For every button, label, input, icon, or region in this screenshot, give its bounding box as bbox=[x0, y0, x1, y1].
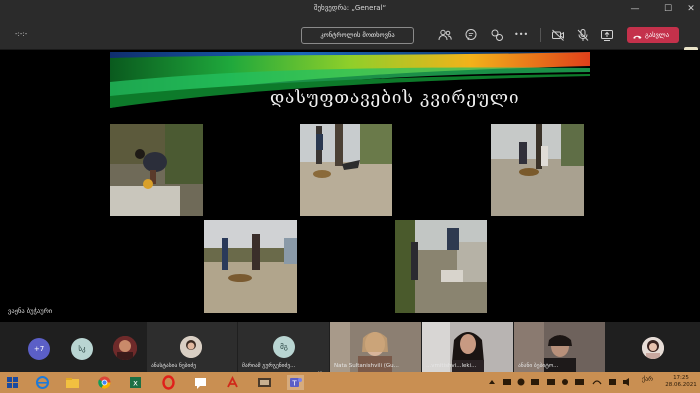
teams-meeting-window: შეხვედრა: „General“ — ☐ ✕ -:-:- კონტროლი… bbox=[0, 0, 700, 393]
maximize-button[interactable]: ☐ bbox=[661, 3, 675, 16]
excel-icon[interactable]: x bbox=[127, 375, 144, 390]
start-button-icon[interactable] bbox=[4, 375, 21, 390]
cleanup-photo-4 bbox=[204, 220, 297, 313]
participant-name: მარიამ გურგენიძე... bbox=[242, 363, 296, 369]
windows-taskbar: x T ქარ 17:25 28.06.2021 bbox=[0, 372, 700, 393]
chat-icon[interactable] bbox=[464, 28, 478, 42]
minimize-button[interactable]: — bbox=[628, 3, 642, 16]
clock-time: 17:25 bbox=[673, 375, 689, 381]
presenter-name: ვაჟნა ბუჭაური bbox=[8, 307, 53, 315]
system-clock[interactable]: 17:25 28.06.2021 bbox=[664, 375, 698, 389]
cleanup-photo-2 bbox=[300, 124, 392, 216]
cleanup-photo-1 bbox=[110, 124, 203, 216]
camera-off-icon[interactable] bbox=[551, 28, 565, 42]
overflow-participants-button[interactable]: +7 bbox=[28, 338, 50, 360]
teams-icon[interactable]: T bbox=[287, 375, 304, 390]
participant-tile-1[interactable]: ანასტასია ნებიძე bbox=[147, 322, 237, 372]
file-explorer-icon[interactable] bbox=[64, 375, 81, 390]
chrome-icon[interactable] bbox=[96, 375, 113, 390]
self-avatar-photo[interactable] bbox=[642, 337, 664, 359]
cleanup-photo-5 bbox=[395, 220, 487, 313]
tray-icons[interactable] bbox=[485, 376, 635, 390]
cleanup-photo-3 bbox=[491, 124, 584, 216]
participant-video-tile-5[interactable]: ანანი ბებიტო... bbox=[514, 322, 605, 372]
close-window-button[interactable]: ✕ bbox=[684, 3, 698, 16]
more-actions-button[interactable]: ••• bbox=[514, 28, 528, 42]
share-screen-icon[interactable] bbox=[600, 28, 614, 42]
mic-muted-icon bbox=[318, 363, 324, 378]
chat-app-icon[interactable] bbox=[192, 375, 209, 390]
participant-avatar-initials: მგ bbox=[273, 336, 295, 358]
hang-up-icon bbox=[633, 31, 642, 39]
internet-explorer-icon[interactable] bbox=[34, 375, 51, 390]
clock-date: 28.06.2021 bbox=[665, 382, 697, 388]
participant-video-tile-3[interactable]: Nata Sultanishvili (Gu... bbox=[330, 322, 421, 372]
presentation-app-icon[interactable] bbox=[256, 375, 273, 390]
participant-tile-2[interactable]: მგ მარიამ გურგენიძე... bbox=[238, 322, 329, 378]
participant-video-tile-4[interactable]: ...vmitishvi...leki... bbox=[422, 322, 513, 372]
request-control-button[interactable]: კონტროლის მოთხოვნა bbox=[301, 27, 414, 44]
meeting-toolbar: -:-:- კონტროლის მოთხოვნა ••• გასვლა bbox=[0, 20, 700, 67]
mic-muted-icon[interactable] bbox=[576, 28, 590, 42]
opera-icon[interactable] bbox=[160, 375, 177, 390]
leave-button[interactable]: გასვლა bbox=[627, 27, 679, 43]
window-title: შეხვედრა: „General“ bbox=[313, 4, 387, 12]
participant-avatar-photo bbox=[180, 336, 202, 358]
leave-label: გასვლა bbox=[645, 31, 670, 39]
toolbar-divider bbox=[540, 28, 541, 42]
pdf-reader-icon[interactable] bbox=[224, 375, 241, 390]
participant-name: Nata Sultanishvili (Gu... bbox=[334, 363, 399, 369]
participant-avatar-photo[interactable] bbox=[113, 336, 137, 360]
participant-name: ...vmitishvi...leki... bbox=[426, 363, 477, 369]
participant-name: ანასტასია ნებიძე bbox=[151, 363, 197, 369]
meeting-timer: -:-:- bbox=[15, 30, 28, 38]
svg-text:x: x bbox=[133, 379, 138, 388]
keyboard-language[interactable]: ქარ bbox=[642, 376, 653, 383]
participant-name: ანანი ბებიტო... bbox=[518, 363, 559, 369]
svg-text:T: T bbox=[291, 380, 297, 388]
title-bar: შეხვედრა: „General“ — ☐ ✕ bbox=[0, 0, 700, 20]
slide-title: დასუფთავების კვირეული bbox=[270, 88, 520, 108]
participants-icon[interactable] bbox=[438, 28, 452, 42]
participant-avatar-initials[interactable]: სკ bbox=[71, 338, 93, 360]
breakout-rooms-icon[interactable] bbox=[490, 28, 504, 42]
